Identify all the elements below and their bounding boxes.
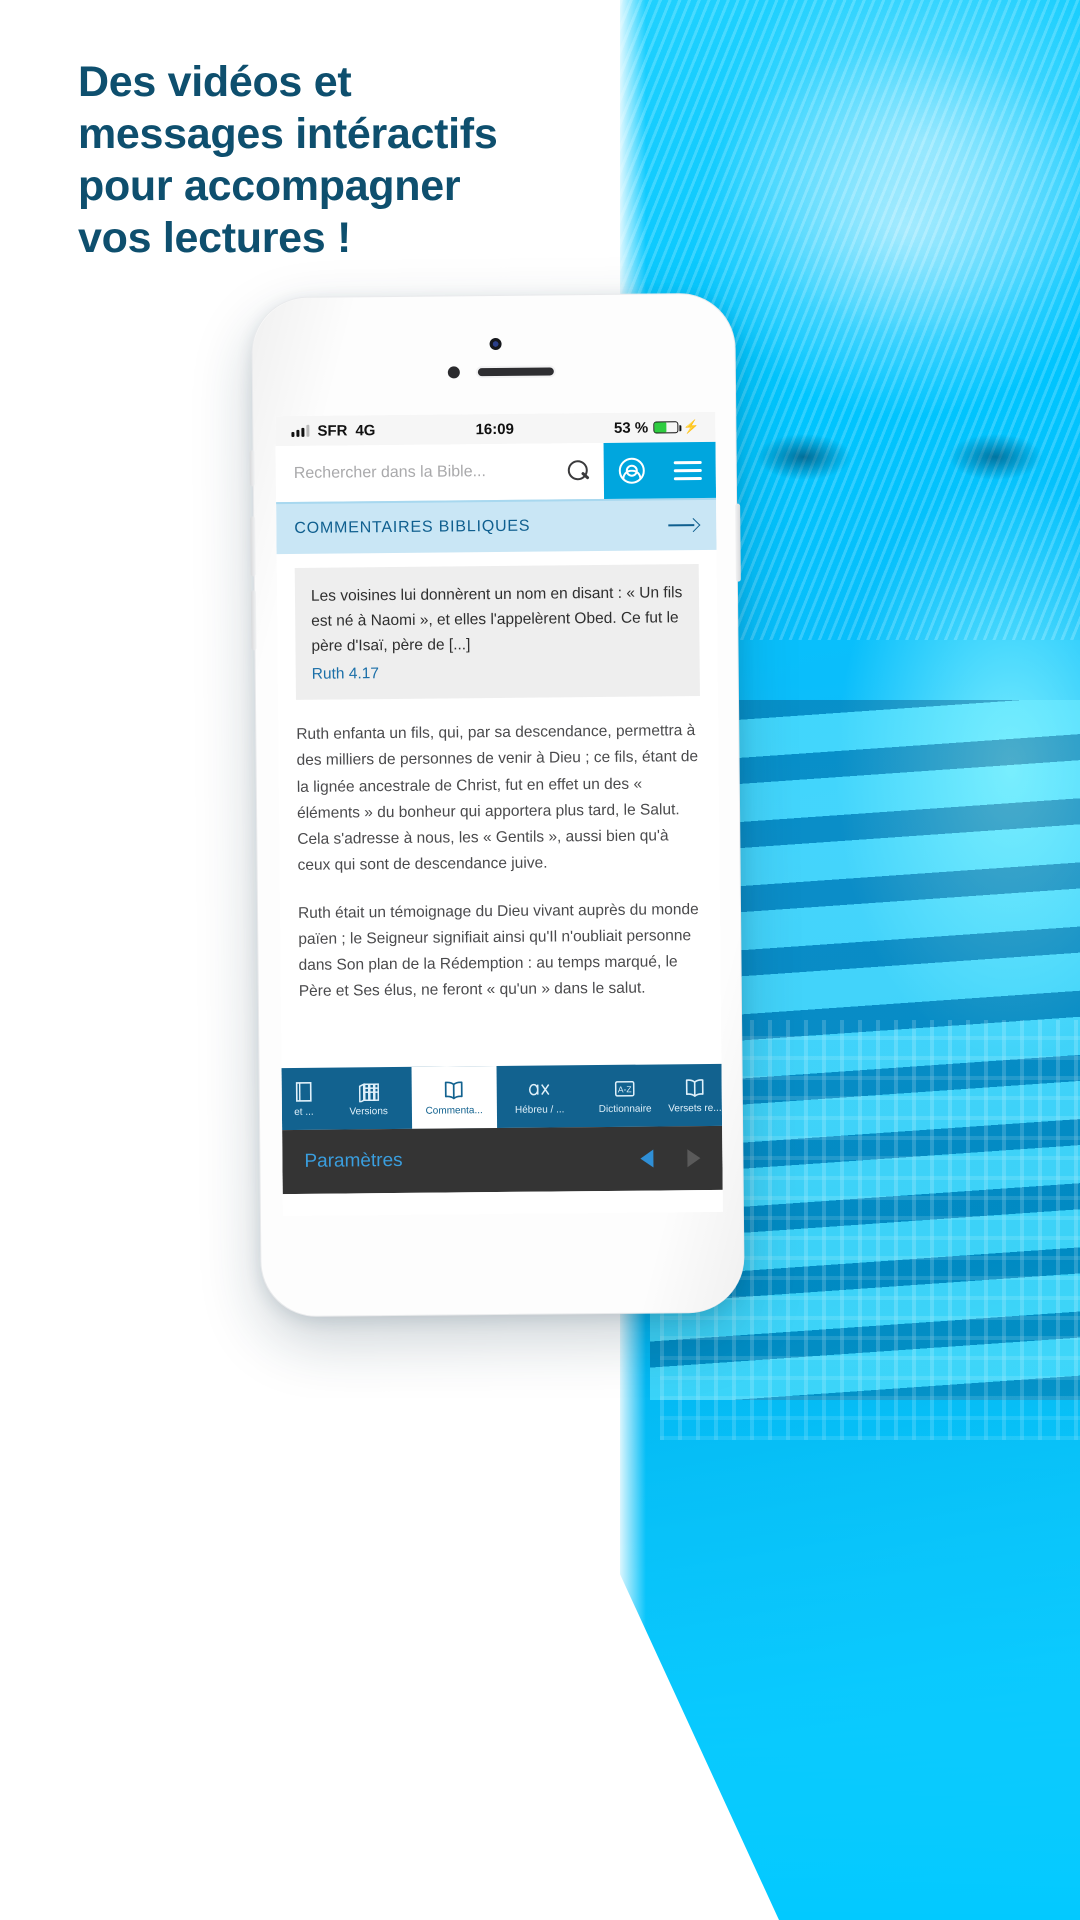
triangle-right-icon[interactable] bbox=[687, 1149, 701, 1168]
svg-text:A-Z: A-Z bbox=[618, 1084, 632, 1094]
verse-quote-card[interactable]: Les voisines lui donnèrent un nom en dis… bbox=[294, 564, 700, 701]
volume-up-button[interactable] bbox=[250, 516, 256, 577]
status-bar: SFR 4G 16:09 53 % ⚡ bbox=[275, 411, 716, 447]
status-bar-left: SFR 4G bbox=[291, 422, 375, 440]
hamburger-menu-icon bbox=[673, 460, 702, 480]
page-title: Des vidéos et messages intéractifs pour … bbox=[78, 58, 638, 269]
tab-label: Versions bbox=[349, 1105, 388, 1117]
triangle-left-icon[interactable] bbox=[640, 1149, 654, 1168]
bottom-tab-bar: et ... Versions Commenta... Hébreu / ...… bbox=[281, 1063, 723, 1131]
home-indicator-strip bbox=[282, 1189, 723, 1217]
battery-icon bbox=[653, 421, 679, 434]
open-book-icon bbox=[441, 1079, 467, 1101]
tab-label: Commenta... bbox=[425, 1104, 483, 1117]
header-actions bbox=[603, 441, 717, 499]
settings-bar: Paramètres bbox=[282, 1125, 723, 1195]
tab-dictionnaire[interactable]: A-Z Dictionnaire bbox=[582, 1064, 668, 1127]
tab-label: Dictionnaire bbox=[598, 1103, 652, 1115]
tab-label: Versets re... bbox=[668, 1102, 722, 1114]
tab-commentaires[interactable]: Commenta... bbox=[411, 1066, 498, 1129]
headline-line-3: pour accompagner bbox=[78, 162, 461, 211]
status-bar-clock: 16:09 bbox=[475, 420, 514, 438]
front-camera-icon bbox=[447, 366, 460, 379]
carrier-label: SFR bbox=[317, 421, 348, 440]
books-shelf-icon bbox=[355, 1080, 381, 1102]
settings-label[interactable]: Paramètres bbox=[304, 1150, 402, 1173]
section-banner-label: COMMENTAIRES BIBLIQUES bbox=[294, 517, 531, 537]
proximity-sensor-icon bbox=[489, 337, 502, 351]
hebrew-greek-icon bbox=[526, 1078, 552, 1100]
headline-line-4: vos lectures ! bbox=[78, 214, 352, 263]
phone-screen: SFR 4G 16:09 53 % ⚡ Rechercher dans la B… bbox=[275, 411, 723, 1217]
account-button[interactable] bbox=[604, 442, 661, 499]
open-book-icon bbox=[682, 1077, 708, 1099]
search-input[interactable]: Rechercher dans la Bible... bbox=[276, 443, 605, 502]
commentary-paragraph-1: Ruth enfanta un fils, qui, par sa descen… bbox=[296, 722, 699, 874]
headline-line-1: Des vidéos et bbox=[78, 58, 352, 106]
arrow-right-icon[interactable] bbox=[668, 518, 698, 532]
network-label: 4G bbox=[355, 421, 376, 439]
tab-versions[interactable]: Versions bbox=[326, 1067, 412, 1130]
tab-hebreu-grec[interactable]: Hébreu / ... bbox=[497, 1065, 583, 1128]
commentary-content: Les voisines lui donnèrent un nom en dis… bbox=[277, 550, 721, 1005]
search-placeholder: Rechercher dans la Bible... bbox=[293, 463, 486, 482]
volume-down-button[interactable] bbox=[250, 590, 257, 651]
phone-mockup: SFR 4G 16:09 53 % ⚡ Rechercher dans la B… bbox=[249, 292, 745, 1318]
power-button[interactable] bbox=[735, 503, 741, 582]
headline-line-2: messages intéractifs bbox=[78, 110, 498, 159]
photo-glasses-region bbox=[738, 420, 1068, 494]
tab-label: Hébreu / ... bbox=[514, 1103, 565, 1116]
tab-versets-relies[interactable]: Versets re... bbox=[667, 1064, 722, 1127]
earpiece-speaker bbox=[477, 367, 554, 377]
verse-reference[interactable]: Ruth 4.17 bbox=[312, 659, 684, 688]
user-circle-icon bbox=[618, 457, 645, 484]
tab-label: et ... bbox=[294, 1106, 314, 1118]
search-bar: Rechercher dans la Bible... bbox=[275, 441, 717, 503]
silent-switch-button[interactable] bbox=[249, 450, 255, 487]
search-icon[interactable] bbox=[568, 460, 590, 482]
section-banner-commentaries[interactable]: COMMENTAIRES BIBLIQUES bbox=[276, 497, 717, 555]
status-bar-right: 53 % ⚡ bbox=[613, 419, 700, 437]
signal-bars-icon bbox=[291, 424, 310, 437]
a-z-dictionary-icon: A-Z bbox=[612, 1077, 638, 1099]
battery-percent-label: 53 % bbox=[613, 419, 649, 437]
tab-versets[interactable]: et ... bbox=[282, 1068, 327, 1130]
poster-root: Des vidéos et messages intéractifs pour … bbox=[0, 0, 1080, 1920]
verse-text: Les voisines lui donnèrent un nom en dis… bbox=[310, 584, 683, 656]
charging-bolt-icon: ⚡ bbox=[683, 419, 700, 435]
commentary-paragraph-2: Ruth était un témoignage du Dieu vivant … bbox=[297, 900, 699, 1000]
chapter-navigation bbox=[640, 1149, 701, 1168]
menu-button[interactable] bbox=[660, 442, 717, 499]
book-icon bbox=[291, 1080, 317, 1102]
